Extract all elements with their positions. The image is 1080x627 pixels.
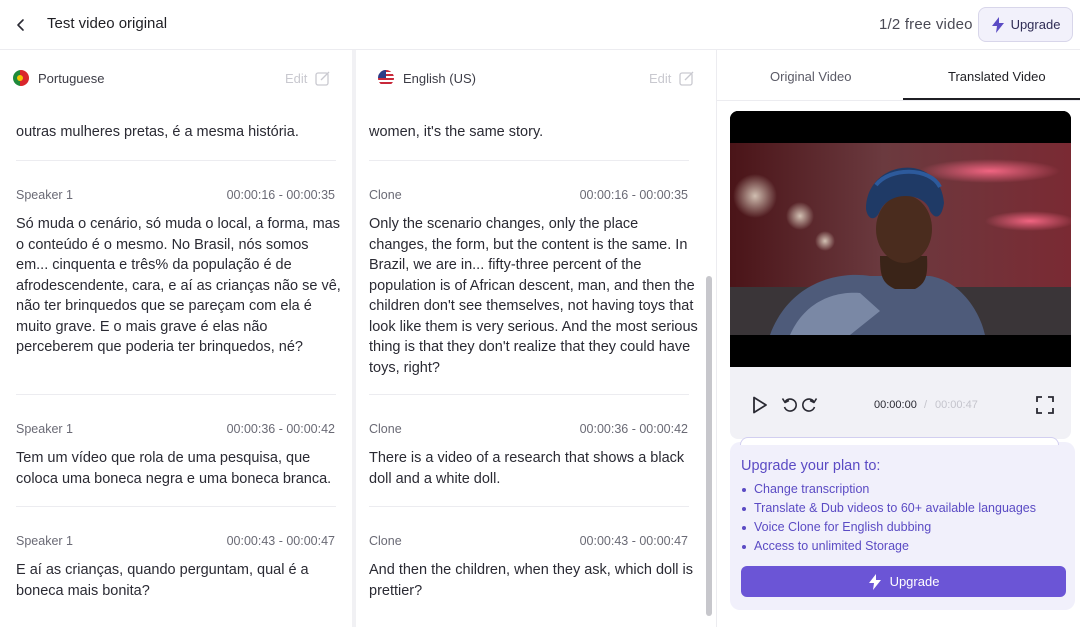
speaker-label: Speaker 1 bbox=[16, 422, 73, 436]
portugal-flag-icon bbox=[13, 70, 29, 86]
translation-segment-header: Clone 00:00:16 - 00:00:35 bbox=[369, 188, 688, 202]
total-duration: 00:00:47 bbox=[935, 399, 978, 411]
translation-segment-text[interactable]: Only the scenario changes, only the plac… bbox=[369, 214, 699, 378]
tab-translated-video[interactable]: Translated Video bbox=[948, 69, 1046, 84]
translation-edit-label: Edit bbox=[649, 70, 672, 86]
video-player: 00:00:00 / 00:00:47 bbox=[730, 111, 1071, 439]
list-item: Access to unlimited Storage bbox=[741, 537, 1036, 556]
upgrade-label: Upgrade bbox=[1010, 17, 1061, 32]
lightning-icon bbox=[868, 573, 881, 590]
page-title: Test video original bbox=[47, 15, 168, 32]
play-icon bbox=[753, 396, 767, 414]
video-tabs: Original Video Translated Video bbox=[717, 50, 1080, 101]
upgrade-plan-card: Upgrade your plan to: Change transcripti… bbox=[730, 437, 1075, 610]
play-button[interactable] bbox=[752, 396, 768, 419]
segment-timestamp: 00:00:36 - 00:00:42 bbox=[226, 422, 335, 436]
forward-button[interactable] bbox=[800, 396, 818, 419]
translation-partial-segment: women, it's the same story. bbox=[369, 124, 544, 140]
speaker-label: Clone bbox=[369, 422, 402, 436]
speaker-label: Speaker 1 bbox=[16, 188, 73, 202]
tab-original-video[interactable]: Original Video bbox=[770, 69, 851, 84]
translation-edit-button[interactable]: Edit bbox=[649, 70, 695, 86]
segment-timestamp: 00:00:16 - 00:00:35 bbox=[579, 188, 688, 202]
translation-language-bar: English (US) Edit bbox=[356, 50, 716, 106]
list-item: Translate & Dub videos to 60+ available … bbox=[741, 499, 1036, 518]
upgrade-button-top[interactable]: Upgrade bbox=[978, 7, 1073, 42]
segment-timestamp: 00:00:43 - 00:00:47 bbox=[579, 534, 688, 548]
segment-timestamp: 00:00:43 - 00:00:47 bbox=[226, 534, 335, 548]
source-partial-segment: outras mulheres pretas, é a mesma histór… bbox=[16, 124, 299, 140]
edit-icon bbox=[679, 71, 694, 86]
source-edit-button[interactable]: Edit bbox=[285, 70, 331, 86]
lightning-icon bbox=[991, 16, 1004, 33]
us-flag-icon bbox=[378, 70, 394, 86]
segment-divider bbox=[369, 394, 689, 395]
segment-divider bbox=[369, 506, 689, 507]
source-transcript-column: Portuguese Edit um, dois, três, , vai a … bbox=[0, 50, 352, 627]
back-button[interactable] bbox=[10, 14, 32, 36]
video-thumbnail bbox=[730, 111, 1071, 367]
translation-language-label: English (US) bbox=[403, 70, 476, 86]
rewind-button[interactable] bbox=[781, 396, 799, 419]
forward-icon bbox=[802, 398, 818, 412]
source-segment-text[interactable]: E aí as crianças, quando perguntam, qual… bbox=[16, 560, 341, 601]
upgrade-card-title: Upgrade your plan to: bbox=[741, 458, 881, 474]
player-controls: 00:00:00 / 00:00:47 bbox=[730, 383, 1071, 423]
segment-timestamp: 00:00:16 - 00:00:35 bbox=[226, 188, 335, 202]
chevron-left-icon bbox=[17, 19, 24, 31]
translation-segment-text[interactable]: There is a video of a research that show… bbox=[369, 448, 699, 489]
source-language-label: Portuguese bbox=[38, 70, 105, 86]
speaker-label: Clone bbox=[369, 188, 402, 202]
source-segment-text[interactable]: Tem um vídeo que rola de uma pesquisa, q… bbox=[16, 448, 341, 489]
segment-divider bbox=[16, 394, 336, 395]
panel-divider bbox=[716, 50, 717, 627]
source-language-bar: Portuguese Edit bbox=[0, 50, 352, 106]
card-tab-edge bbox=[740, 437, 1059, 445]
segment-divider bbox=[16, 506, 336, 507]
video-frame[interactable] bbox=[730, 111, 1071, 367]
active-tab-indicator bbox=[903, 98, 1080, 100]
free-video-counter: 1/2 free video bbox=[879, 16, 973, 33]
source-segment-text[interactable]: Só muda o cenário, só muda o local, a fo… bbox=[16, 214, 341, 358]
translation-segment-header: Clone 00:00:36 - 00:00:42 bbox=[369, 422, 688, 436]
current-time: 00:00:00 bbox=[874, 399, 917, 411]
segment-divider bbox=[369, 160, 689, 161]
speaker-label: Speaker 1 bbox=[16, 534, 73, 548]
list-item: Voice Clone for English dubbing bbox=[741, 518, 1036, 537]
fullscreen-button[interactable] bbox=[1035, 395, 1055, 420]
upgrade-benefits-list: Change transcription Translate & Dub vid… bbox=[741, 480, 1036, 556]
upgrade-button-label: Upgrade bbox=[889, 574, 940, 589]
speaker-label: Clone bbox=[369, 534, 402, 548]
source-segment-header: Speaker 1 00:00:36 - 00:00:42 bbox=[16, 422, 335, 436]
transcript-scrollbar[interactable] bbox=[706, 276, 712, 616]
fullscreen-icon bbox=[1036, 396, 1054, 414]
rewind-icon bbox=[781, 398, 797, 412]
translation-segment-header: Clone 00:00:43 - 00:00:47 bbox=[369, 534, 688, 548]
segment-divider bbox=[16, 160, 336, 161]
top-header: Test video original 1/2 free video Upgra… bbox=[0, 0, 1080, 50]
source-segment-header: Speaker 1 00:00:43 - 00:00:47 bbox=[16, 534, 335, 548]
edit-icon bbox=[315, 71, 330, 86]
source-edit-label: Edit bbox=[285, 70, 308, 86]
translation-segment-text[interactable]: And then the children, when they ask, wh… bbox=[369, 560, 699, 601]
time-separator: / bbox=[924, 399, 928, 411]
segment-timestamp: 00:00:36 - 00:00:42 bbox=[579, 422, 688, 436]
upgrade-button[interactable]: Upgrade bbox=[741, 566, 1066, 597]
source-segment-header: Speaker 1 00:00:16 - 00:00:35 bbox=[16, 188, 335, 202]
list-item: Change transcription bbox=[741, 480, 1036, 499]
translation-transcript-column: English (US) Edit women, it's the same s… bbox=[356, 50, 716, 627]
